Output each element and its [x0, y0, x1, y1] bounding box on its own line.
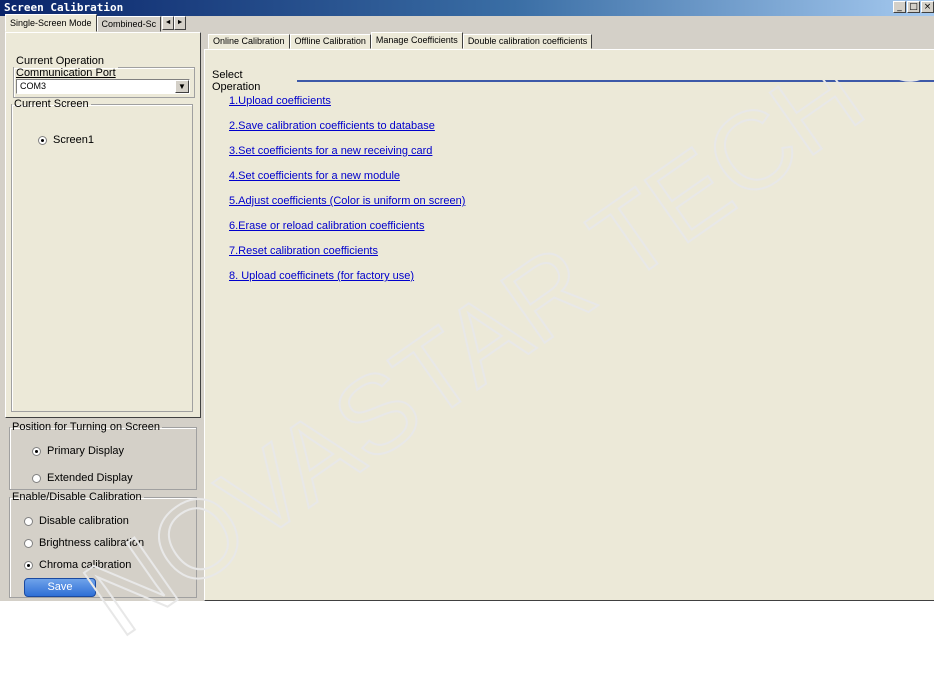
disable-calibration-radio[interactable]: Disable calibration	[24, 515, 129, 527]
chevron-down-icon[interactable]: ▼	[175, 80, 189, 93]
position-legend: Position for Turning on Screen	[12, 421, 160, 433]
title-bar: Screen Calibration _ □ ×	[0, 0, 934, 16]
select-operation-label: Select Operation	[212, 69, 261, 93]
select-operation-header: Select Operation	[212, 69, 934, 93]
extended-display-radio[interactable]: Extended Display	[32, 472, 133, 484]
upload-coefficients-link[interactable]: 1.Upload coefficients	[229, 95, 331, 107]
radio-selected-icon	[32, 446, 41, 456]
current-operation-legend: Current Operation Communication Port	[16, 55, 116, 79]
tab-scroll-right-icon[interactable]: ►	[174, 16, 187, 30]
extended-display-label: Extended Display	[47, 472, 133, 484]
window-title: Screen Calibration	[4, 1, 124, 14]
disable-calibration-label: Disable calibration	[39, 515, 129, 527]
brightness-calibration-radio[interactable]: Brightness calibration	[24, 537, 144, 549]
tab-single-screen-mode[interactable]: Single-Screen Mode	[5, 14, 97, 32]
adjust-coefficients-link[interactable]: 5.Adjust coefficients (Color is uniform …	[229, 195, 465, 207]
save-button[interactable]: Save	[24, 578, 96, 597]
close-button[interactable]: ×	[921, 1, 934, 13]
screen1-radio[interactable]: Screen1	[38, 134, 94, 146]
window-controls: _ □ ×	[893, 1, 934, 13]
tab-manage-coefficients[interactable]: Manage Coefficients	[370, 32, 463, 49]
section-divider	[297, 80, 934, 82]
tab-scroll-left-icon[interactable]: ◄	[162, 16, 175, 30]
primary-display-radio[interactable]: Primary Display	[32, 445, 124, 457]
calibration-legend: Enable/Disable Calibration	[12, 491, 142, 503]
erase-reload-coefficients-link[interactable]: 6.Erase or reload calibration coefficien…	[229, 220, 424, 232]
radio-unselected-icon	[24, 538, 33, 548]
communication-port-select[interactable]: COM3 ▼	[16, 79, 190, 94]
right-tab-strip: Online Calibration Offline Calibration M…	[208, 32, 593, 49]
reset-coefficients-link[interactable]: 7.Reset calibration coefficients	[229, 245, 378, 257]
radio-unselected-icon	[24, 516, 33, 526]
brightness-calibration-label: Brightness calibration	[39, 537, 145, 549]
chroma-calibration-radio[interactable]: Chroma calibration	[24, 559, 131, 571]
upload-coefficients-factory-link[interactable]: 8. Upload coefficinets (for factory use)	[229, 270, 414, 282]
left-tab-strip: Single-Screen Mode Combined-Sc ◄ ►	[5, 14, 187, 32]
tab-online-calibration[interactable]: Online Calibration	[208, 34, 290, 49]
current-screen-legend: Current Screen	[14, 98, 89, 110]
tab-double-calibration-coefficients[interactable]: Double calibration coefficients	[462, 34, 593, 49]
chroma-calibration-label: Chroma calibration	[39, 559, 132, 571]
tab-offline-calibration[interactable]: Offline Calibration	[289, 34, 371, 49]
radio-selected-icon	[24, 560, 33, 570]
radio-unselected-icon	[32, 473, 41, 483]
tab-combined-screen[interactable]: Combined-Sc	[96, 16, 162, 32]
tab-scroll-arrows: ◄ ►	[162, 16, 187, 32]
radio-selected-icon	[38, 135, 47, 145]
save-coefficients-to-database-link[interactable]: 2.Save calibration coefficients to datab…	[229, 120, 435, 132]
port-value: COM3	[20, 81, 47, 91]
primary-display-label: Primary Display	[47, 445, 125, 457]
minimize-button[interactable]: _	[893, 1, 906, 13]
screen1-label: Screen1	[53, 134, 94, 146]
maximize-button[interactable]: □	[907, 1, 920, 13]
set-coefficients-new-receiving-card-link[interactable]: 3.Set coefficients for a new receiving c…	[229, 145, 432, 157]
port-label: Communication Port	[16, 67, 116, 79]
set-coefficients-new-module-link[interactable]: 4.Set coefficients for a new module	[229, 170, 400, 182]
